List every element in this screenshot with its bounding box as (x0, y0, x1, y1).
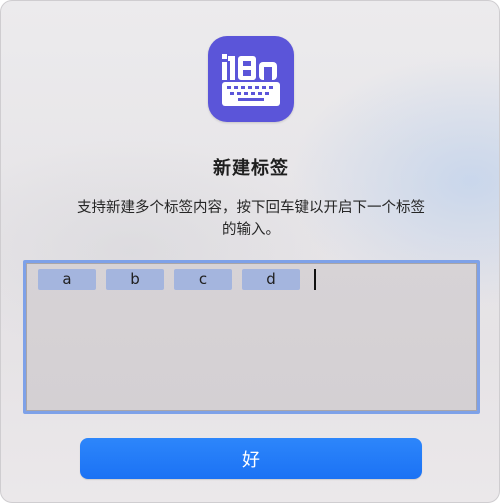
tag-token[interactable]: a (38, 269, 96, 290)
i18n-keyboard-icon (208, 36, 294, 122)
tag-token[interactable]: c (174, 269, 232, 290)
tag-token[interactable]: b (106, 269, 164, 290)
tag-token-field[interactable]: a b c d (23, 260, 480, 414)
message-line-2: 的输入。 (222, 222, 280, 238)
text-caret (314, 269, 316, 290)
dialog-title: 新建标签 (213, 158, 289, 179)
message-line-1: 支持新建多个标签内容，按下回车键以开启下一个标签 (77, 200, 425, 216)
new-tag-dialog: 新建标签 支持新建多个标签内容，按下回车键以开启下一个标签 的输入。 a b c… (0, 0, 500, 503)
tag-token[interactable]: d (242, 269, 300, 290)
dialog-message: 支持新建多个标签内容，按下回车键以开启下一个标签 的输入。 (41, 197, 461, 241)
ok-button[interactable]: 好 (80, 438, 422, 479)
token-list: a b c d (38, 269, 316, 290)
